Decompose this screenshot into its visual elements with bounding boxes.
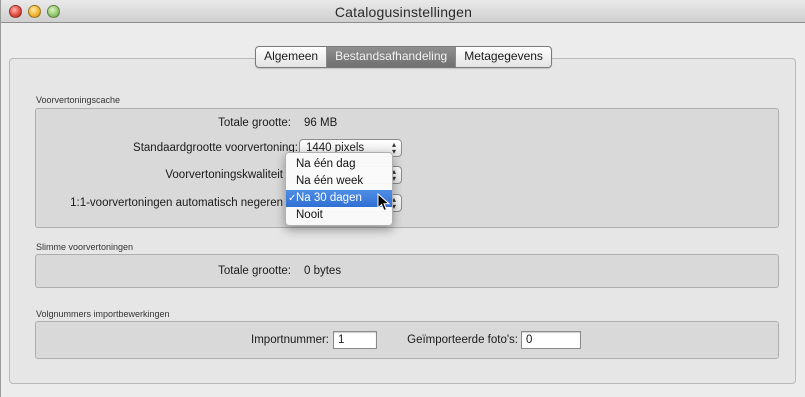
import-number-field[interactable]: 1 [333,331,377,349]
smart-total-size-value: 0 bytes [304,265,342,277]
menu-item-one-day[interactable]: Na één dag [286,156,392,173]
auto-discard-label: 1:1-voorvertoningen automatisch negeren [70,197,283,209]
standard-size-label: Standaardgrootte voorvertoning: [133,142,298,154]
menu-item-one-week[interactable]: Na één week [286,173,392,190]
total-size-label: Totale grootte: [218,117,291,129]
segmented-tabs: Algemeen Bestandsafhandeling Metagegeven… [255,46,552,68]
catalog-settings-window: Catalogusinstellingen Algemeen Bestandsa… [0,0,805,397]
total-size-value: 96 MB [304,117,338,129]
imported-photos-label: Geïmporteerde foto's: [407,334,518,346]
import-numbers-group-label: Volgnummers importbewerkingen [36,309,170,319]
imported-photos-field[interactable]: 0 [521,331,581,349]
tab-metagegevens[interactable]: Metagegevens [456,47,551,67]
arrow-cursor-icon [377,193,391,212]
smart-previews-group-label: Slimme voorvertoningen [36,242,134,252]
discard-options-menu: Na één dag Na één week ✓ Na 30 dagen Noo… [285,152,393,226]
preview-cache-group-label: Voorvertoningscache [36,95,121,105]
menu-item-30-days-label: Na 30 dagen [296,192,362,204]
title-bar: Catalogusinstellingen [1,0,805,23]
quality-label: Voorvertoningskwaliteit [165,169,283,181]
import-number-label: Importnummer: [251,334,329,346]
smart-total-size-label: Totale grootte: [218,265,291,277]
window-title: Catalogusinstellingen [334,4,473,20]
tab-algemeen[interactable]: Algemeen [256,47,328,67]
checkmark-icon: ✓ [288,193,297,204]
tab-bar: Algemeen Bestandsafhandeling Metagegeven… [1,46,805,68]
tab-bestandsafhandeling[interactable]: Bestandsafhandeling [327,47,457,67]
up-down-chevron-icon: ▴ ▾ [391,140,396,156]
